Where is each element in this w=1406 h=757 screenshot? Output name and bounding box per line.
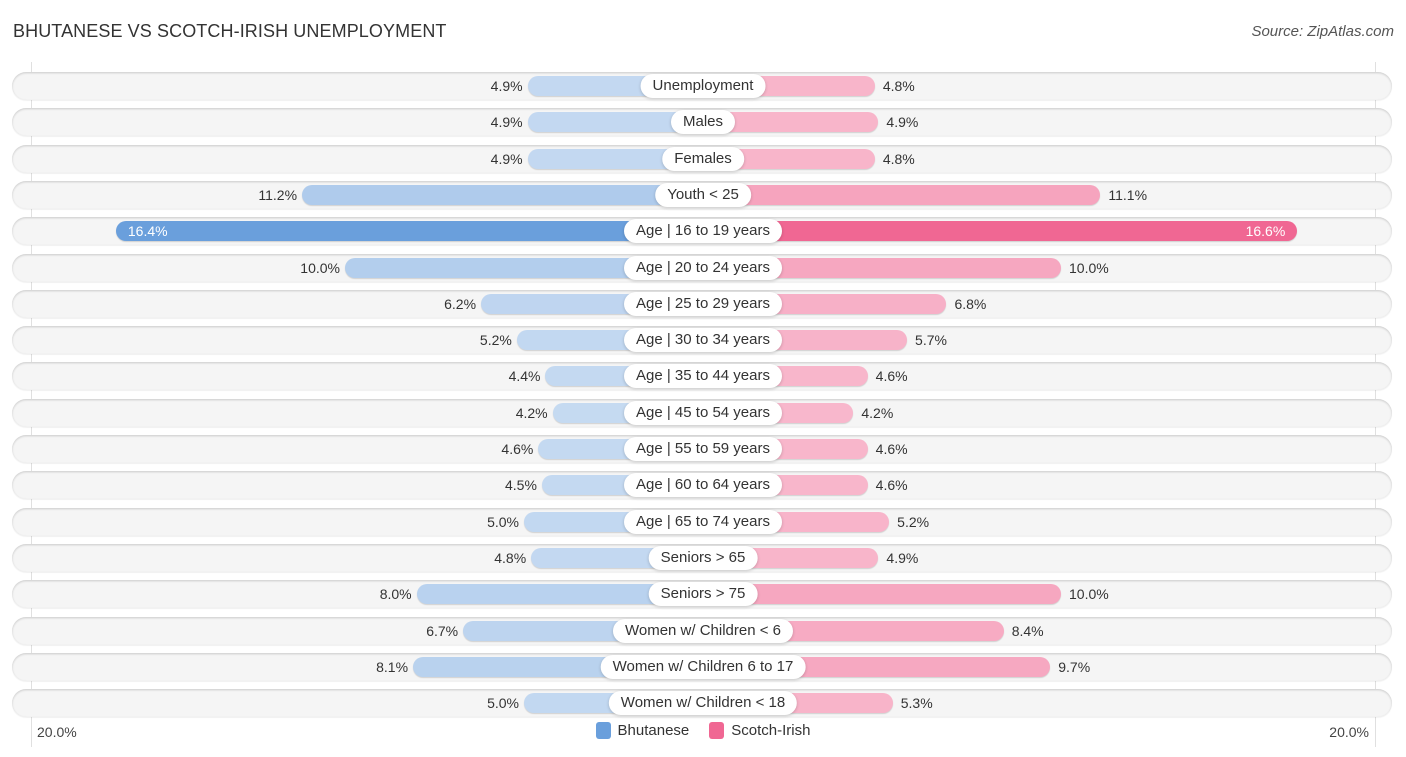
category-label: Age | 16 to 19 years [624, 219, 782, 244]
category-label: Age | 25 to 29 years [624, 291, 782, 316]
source-label: Source: ZipAtlas.com [1251, 23, 1394, 40]
category-label: Women w/ Children < 18 [608, 691, 798, 716]
row-women-w-children-6-to-17: 8.1% 9.7% Women w/ Children 6 to 17 [12, 652, 1392, 681]
row-women-w-children-18: 5.0% 5.3% Women w/ Children < 18 [12, 689, 1392, 718]
value-label-bhutanese: 4.2% [515, 404, 548, 421]
row-seniors-65: 4.8% 4.9% Seniors > 65 [12, 543, 1392, 572]
category-label: Age | 35 to 44 years [624, 364, 782, 389]
row-youth-25: 11.2% 11.1% Youth < 25 [12, 180, 1392, 209]
category-label: Age | 65 to 74 years [624, 509, 782, 534]
row-age-35-to-44-years: 4.4% 4.6% Age | 35 to 44 years [12, 362, 1392, 391]
category-label: Age | 45 to 54 years [624, 400, 782, 425]
value-label-bhutanese: 4.5% [504, 477, 537, 494]
row-age-65-to-74-years: 5.0% 5.2% Age | 65 to 74 years [12, 507, 1392, 536]
value-label-scotch-irish: 4.8% [882, 78, 915, 94]
row-age-45-to-54-years: 4.2% 4.2% Age | 45 to 54 years [12, 398, 1392, 427]
category-label: Youth < 25 [655, 182, 751, 207]
row-males: 4.9% 4.9% Males [12, 108, 1392, 137]
value-label-scotch-irish: 5.2% [897, 513, 930, 530]
value-label-scotch-irish: 4.6% [875, 441, 908, 457]
value-label-bhutanese: 10.0% [300, 259, 340, 276]
row-age-55-to-59-years: 4.6% 4.6% Age | 55 to 59 years [12, 435, 1392, 463]
row-age-30-to-34-years: 5.2% 5.7% Age | 30 to 34 years [12, 326, 1392, 355]
value-label-bhutanese: 4.8% [494, 549, 527, 566]
category-label: Women w/ Children < 6 [612, 618, 794, 643]
category-label: Women w/ Children 6 to 17 [600, 654, 806, 679]
category-label: Age | 55 to 59 years [624, 437, 782, 461]
row-women-w-children-6: 6.7% 8.4% Women w/ Children < 6 [12, 616, 1392, 645]
value-label-scotch-irish: 4.9% [886, 114, 919, 131]
row-age-60-to-64-years: 4.5% 4.6% Age | 60 to 64 years [12, 471, 1392, 500]
value-label-scotch-irish: 9.7% [1058, 658, 1091, 675]
value-label-scotch-irish: 10.0% [1069, 586, 1109, 603]
value-label-scotch-irish: 11.1% [1108, 186, 1148, 203]
category-label: Seniors > 65 [648, 545, 758, 570]
row-females: 4.9% 4.8% Females [12, 144, 1392, 173]
bar-bhutanese[interactable] [115, 221, 703, 242]
value-label-scotch-irish: 5.7% [915, 332, 947, 349]
row-age-16-to-19-years: 16.4% 16.6% Age | 16 to 19 years [12, 217, 1392, 246]
legend-item-bhutanese[interactable]: Bhutanese [595, 722, 690, 739]
value-label-scotch-irish: 6.8% [954, 295, 987, 312]
legend-swatch-bhutanese [595, 722, 611, 739]
value-label-scotch-irish: 5.3% [900, 695, 933, 712]
legend-item-scotch-irish[interactable]: Scotch-Irish [709, 722, 810, 739]
value-label-bhutanese: 5.0% [487, 695, 519, 712]
value-label-bhutanese: 11.2% [258, 186, 298, 203]
value-label-bhutanese: 4.4% [508, 368, 541, 385]
row-age-25-to-29-years: 6.2% 6.8% Age | 25 to 29 years [12, 289, 1392, 318]
value-label-bhutanese: 4.9% [490, 114, 523, 131]
value-label-bhutanese: 6.2% [444, 295, 477, 312]
chart-title: BHUTANESE VS SCOTCH-IRISH UNEMPLOYMENT [13, 21, 447, 41]
value-label-bhutanese: 4.9% [490, 78, 523, 94]
value-label-bhutanese: 5.2% [479, 332, 512, 349]
category-label: Age | 30 to 34 years [624, 328, 782, 353]
value-label-bhutanese: 5.0% [487, 513, 519, 530]
value-label-bhutanese: 4.9% [490, 150, 523, 167]
value-label-scotch-irish: 8.4% [1011, 622, 1044, 639]
category-label: Seniors > 75 [648, 582, 758, 607]
row-seniors-75: 8.0% 10.0% Seniors > 75 [12, 580, 1392, 609]
category-label: Age | 20 to 24 years [624, 255, 782, 280]
bar-bhutanese[interactable] [302, 184, 703, 205]
value-label-scotch-irish: 4.2% [861, 404, 894, 421]
value-label-bhutanese: 4.6% [501, 441, 534, 457]
legend-swatch-scotch-irish [709, 722, 725, 739]
value-label-scotch-irish: 4.9% [886, 549, 919, 566]
value-label-scotch-irish: 4.6% [875, 477, 908, 494]
legend-label-scotch-irish: Scotch-Irish [731, 722, 811, 739]
value-label-bhutanese: 8.1% [376, 658, 409, 675]
row-unemployment: 4.9% 4.8% Unemployment [12, 72, 1392, 100]
category-label: Age | 60 to 64 years [624, 473, 782, 498]
category-label: Females [662, 146, 744, 171]
row-age-20-to-24-years: 10.0% 10.0% Age | 20 to 24 years [12, 253, 1392, 282]
value-label-bhutanese: 16.4% [127, 223, 168, 240]
category-label: Males [670, 110, 736, 135]
value-label-bhutanese: 6.7% [426, 622, 459, 639]
bar-scotch-irish[interactable] [703, 184, 1101, 205]
category-label: Unemployment [640, 74, 766, 98]
value-label-scotch-irish: 16.6% [1245, 223, 1286, 240]
value-label-scotch-irish: 4.6% [875, 368, 908, 385]
legend-label-bhutanese: Bhutanese [617, 722, 690, 739]
value-label-bhutanese: 8.0% [379, 586, 412, 603]
legend: Bhutanese Scotch-Irish [0, 722, 1406, 739]
value-label-scotch-irish: 4.8% [882, 150, 915, 167]
value-label-scotch-irish: 10.0% [1069, 259, 1109, 276]
bar-scotch-irish[interactable] [703, 221, 1298, 242]
